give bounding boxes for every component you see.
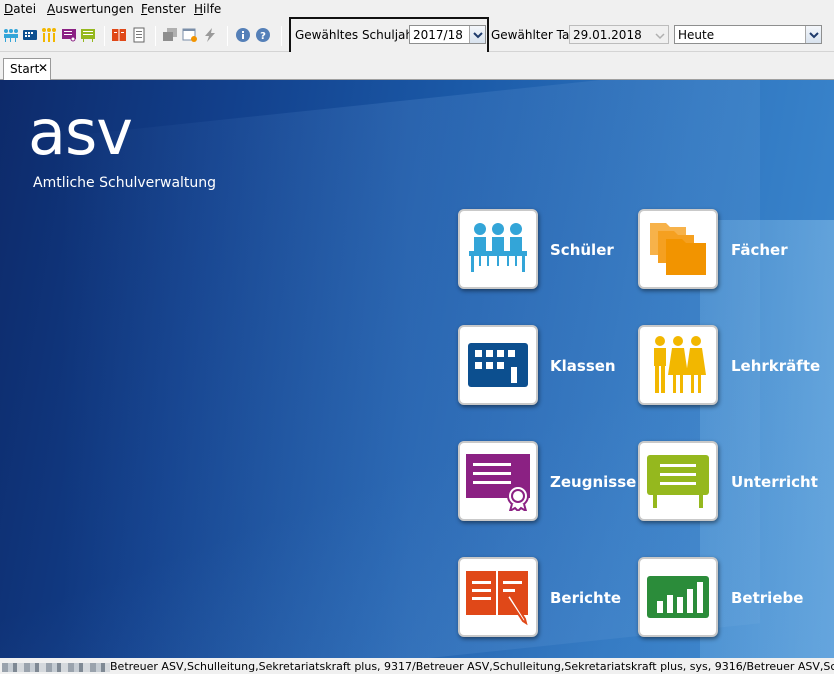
report-book-icon (466, 571, 528, 626)
tile-zeugnisse-label[interactable]: Zeugnisse (550, 473, 636, 491)
help-icon[interactable]: ? (255, 27, 271, 43)
board-toolbar-icon[interactable] (80, 27, 96, 43)
board-icon (647, 455, 709, 508)
tile-klassen-label[interactable]: Klassen (550, 357, 616, 375)
tile-zeugnisse[interactable] (458, 441, 538, 521)
lightning-icon[interactable] (202, 27, 218, 43)
certificate-icon (466, 454, 530, 511)
svg-text:?: ? (260, 31, 266, 42)
tile-schueler[interactable] (458, 209, 538, 289)
redacted-user (2, 662, 110, 672)
menu-hilfe[interactable]: Hilfe (194, 2, 221, 16)
status-bar: Betreuer ASV,Schulleitung,Sekretariatskr… (0, 658, 834, 674)
bar-chart-icon (647, 576, 709, 618)
status-text: Betreuer ASV,Schulleitung,Sekretariatskr… (110, 660, 834, 673)
tile-unterricht-label[interactable]: Unterricht (731, 473, 818, 491)
menu-datei[interactable]: Datei (4, 2, 36, 16)
chevron-down-icon[interactable] (469, 26, 485, 43)
tab-bar: Start ✕ (0, 52, 834, 80)
document-list-icon[interactable] (131, 27, 147, 43)
tag-value: 29.01.2018 (573, 28, 642, 42)
menu-auswertungen[interactable]: Auswertungen (47, 2, 134, 16)
tab-start-label: Start (10, 62, 40, 76)
classes-icon (468, 343, 528, 387)
certificate-toolbar-icon[interactable] (61, 27, 77, 43)
tile-lehrkraefte-label[interactable]: Lehrkräfte (731, 357, 820, 375)
tag-label: Gewählter Tag (491, 28, 577, 42)
tile-berichte-label[interactable]: Berichte (550, 589, 621, 607)
info-icon[interactable] (235, 27, 251, 43)
teachers-toolbar-icon[interactable] (41, 27, 57, 43)
tab-start[interactable]: Start ✕ (3, 58, 51, 80)
tile-faecher-label[interactable]: Fächer (731, 241, 788, 259)
tile-lehrkraefte[interactable] (638, 325, 718, 405)
toolbar-separator (104, 26, 105, 46)
tag-field: 29.01.2018 (569, 25, 669, 44)
close-icon[interactable]: ✕ (38, 61, 48, 75)
window-settings-icon[interactable] (182, 27, 198, 43)
toolbar-separator (227, 26, 228, 46)
asv-logo: asv (28, 96, 133, 169)
tile-berichte[interactable] (458, 557, 538, 637)
schuljahr-select[interactable]: 2017/18 (409, 25, 486, 44)
start-dashboard: asv Amtliche Schulverwaltung Schüler Fäc… (0, 80, 834, 658)
windows-stack-icon[interactable] (162, 27, 178, 43)
schuljahr-label: Gewähltes Schuljahr (295, 28, 418, 42)
students-icon (469, 223, 527, 272)
chevron-down-icon (655, 29, 665, 43)
logo-subtitle: Amtliche Schulverwaltung (33, 175, 217, 191)
menu-fenster[interactable]: Fenster (141, 2, 186, 16)
classes-toolbar-icon[interactable] (22, 27, 38, 43)
menu-bar: Datei Auswertungen Fenster Hilfe (0, 0, 834, 18)
tile-unterricht[interactable] (638, 441, 718, 521)
schuljahr-value: 2017/18 (413, 28, 463, 42)
report-toolbar-icon[interactable] (111, 27, 127, 43)
tile-faecher[interactable] (638, 209, 718, 289)
toolbar-separator (155, 26, 156, 46)
tile-betriebe-label[interactable]: Betriebe (731, 589, 803, 607)
chevron-down-icon[interactable] (805, 26, 821, 43)
heute-value: Heute (678, 28, 715, 42)
teachers-icon (654, 336, 706, 393)
schuljahr-group: Gewähltes Schuljahr 2017/18 (289, 17, 489, 55)
heute-select[interactable]: Heute (674, 25, 822, 44)
folders-icon (650, 223, 706, 275)
tile-klassen[interactable] (458, 325, 538, 405)
students-toolbar-icon[interactable] (3, 27, 19, 43)
tile-schueler-label[interactable]: Schüler (550, 241, 614, 259)
toolbar-separator (281, 26, 282, 46)
tile-betriebe[interactable] (638, 557, 718, 637)
